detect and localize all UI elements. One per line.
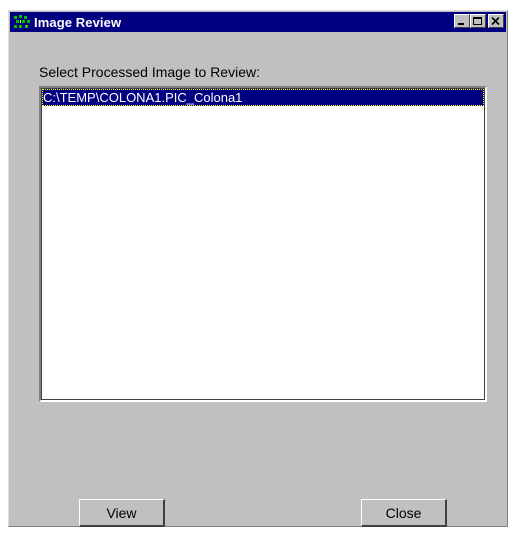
maximize-button[interactable] — [470, 14, 486, 28]
close-window-button[interactable] — [488, 14, 504, 28]
minimize-icon — [458, 23, 464, 25]
processed-image-listbox[interactable]: C:\TEMP\COLONA1.PIC_Colona1 — [39, 86, 487, 402]
window-title: Image Review — [34, 14, 122, 30]
minimize-button[interactable] — [454, 14, 470, 28]
maximize-icon — [473, 17, 482, 25]
view-button[interactable]: View — [79, 499, 165, 527]
window-controls — [454, 14, 504, 28]
close-button[interactable]: Close — [361, 499, 447, 527]
select-image-label: Select Processed Image to Review: — [39, 64, 260, 80]
close-icon — [491, 17, 500, 26]
list-item[interactable]: C:\TEMP\COLONA1.PIC_Colona1 — [42, 89, 484, 106]
app-grid-icon — [13, 14, 31, 30]
listbox-items: C:\TEMP\COLONA1.PIC_Colona1 — [42, 89, 484, 399]
image-review-window: Image Review Select Processed Image to R… — [8, 10, 508, 527]
title-bar[interactable]: Image Review — [10, 12, 506, 32]
